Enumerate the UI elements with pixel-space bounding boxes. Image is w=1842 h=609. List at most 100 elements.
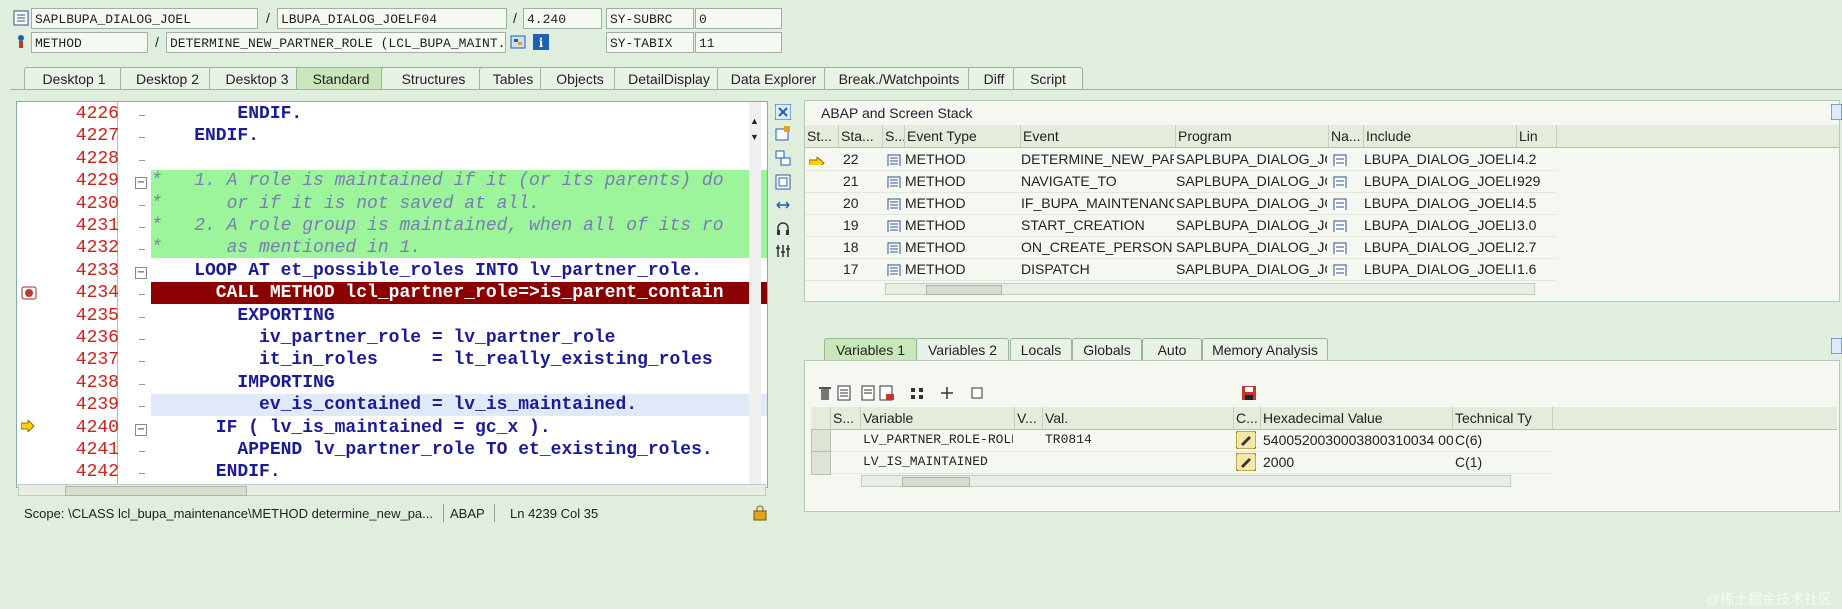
code-line[interactable]: APPEND lv_partner_role TO et_existing_ro… (151, 440, 712, 460)
code-line[interactable]: EXPORTING (151, 306, 334, 326)
col-change[interactable]: C... (1234, 407, 1261, 429)
structure-icon[interactable] (909, 385, 925, 401)
editor-horizontal-scrollbar[interactable] (18, 484, 766, 496)
col-s[interactable]: S... (883, 125, 905, 147)
new-window-icon[interactable] (775, 126, 791, 142)
status-lock-icon[interactable] (752, 505, 768, 521)
code-line[interactable]: iv_partner_role = lv_partner_role (151, 328, 615, 348)
navigate-source-icon[interactable] (1333, 174, 1347, 188)
var-value-subrc[interactable]: 0 (695, 8, 782, 29)
navigate-source-icon[interactable] (1333, 152, 1347, 166)
col-variable[interactable]: Variable (861, 407, 1015, 429)
col-program[interactable]: Program (1176, 125, 1329, 147)
line-field[interactable]: 4.240 (523, 8, 602, 29)
code-line[interactable]: CALL METHOD lcl_partner_role=>is_parent_… (151, 283, 724, 303)
tab-break-watchpoints[interactable]: Break./Watchpoints (824, 67, 974, 89)
tab-standard[interactable]: Standard (296, 67, 386, 89)
table-row[interactable]: 17 METHOD DISPATCH SAPLBUPA_DIALOG_JOEL LBUP… (805, 258, 1557, 281)
collapse-toggle-icon[interactable]: − (135, 177, 147, 190)
table-row[interactable]: LV_PARTNER_ROLE-ROLE TR0814 54005200300038… (811, 429, 1553, 453)
navigate-icon[interactable] (939, 385, 955, 401)
export-icon[interactable] (879, 385, 895, 401)
panel-close-icon[interactable] (1830, 103, 1842, 121)
navigate-source-icon[interactable] (1333, 218, 1347, 232)
col-stack-level[interactable]: Sta... (839, 125, 883, 147)
tab-script[interactable]: Script (1013, 67, 1083, 89)
code-line[interactable]: LOOP AT et_possible_roles INTO lv_partne… (151, 261, 702, 281)
row-selector[interactable] (811, 451, 831, 475)
col-status[interactable]: St... (805, 125, 839, 147)
edit-pencil-icon[interactable] (1236, 431, 1256, 449)
include-field[interactable]: LBUPA_DIALOG_JOELF04 (277, 8, 507, 29)
col-technical-type[interactable]: Technical Ty (1453, 407, 1553, 429)
tab-data-explorer[interactable]: Data Explorer (717, 67, 830, 89)
table-row[interactable]: LV_IS_MAINTAINED 2000 C(1) (811, 451, 1553, 475)
insert-row-icon[interactable] (837, 385, 853, 401)
code-line[interactable]: ENDIF. (151, 104, 302, 124)
split-view-icon[interactable] (775, 150, 791, 166)
swap-icon[interactable] (775, 197, 791, 213)
scroll-thumb[interactable] (926, 285, 1002, 295)
col-include[interactable]: Include (1364, 125, 1517, 147)
type-field[interactable]: METHOD (31, 32, 148, 53)
collapse-toggle-icon[interactable]: − (135, 423, 147, 436)
display-object-icon[interactable] (510, 34, 526, 50)
scroll-up-icon[interactable]: ▲ (750, 116, 759, 126)
table-row[interactable]: 20 METHOD IF_BUPA_MAINTENANCE...SAPLBUPA_D… (805, 192, 1557, 215)
navigate-source-icon[interactable] (1333, 196, 1347, 210)
tab-locals[interactable]: Locals (1010, 338, 1072, 360)
tab-detaildisplay[interactable]: DetailDisplay (614, 67, 724, 89)
tab-desktop-3[interactable]: Desktop 3 (209, 67, 305, 89)
edit-pencil-icon[interactable] (1236, 453, 1256, 471)
tab-tables[interactable]: Tables (479, 67, 547, 89)
tab-variables-1[interactable]: Variables 1 (824, 338, 917, 360)
collapse-toggle-icon[interactable]: − (135, 266, 147, 279)
code-line[interactable]: * 2. A role group is maintained, when al… (151, 216, 724, 236)
tab-variables-2[interactable]: Variables 2 (916, 338, 1009, 360)
col-status[interactable]: S... (831, 407, 861, 429)
scroll-thumb[interactable] (902, 477, 970, 487)
code-line[interactable]: ev_is_contained = lv_is_maintained. (151, 395, 637, 415)
navigate-source-icon[interactable] (1333, 262, 1347, 276)
scroll-down-icon[interactable]: ▼ (750, 132, 759, 142)
table-row[interactable]: 22 METHOD DETERMINE_NEW_PART...SAPLBUPA_DI… (805, 148, 1557, 171)
col-event[interactable]: Event (1021, 125, 1176, 147)
code-line[interactable]: ENDIF. (151, 126, 259, 146)
tools-icon[interactable] (775, 243, 791, 259)
table-row[interactable]: 18 METHOD ON_CREATE_PERSON SAPLBUPA_DIALOG_… (805, 236, 1557, 259)
editor-vertical-scrollbar[interactable]: ▲ ▼ (749, 102, 761, 487)
tab-desktop-2[interactable]: Desktop 2 (120, 67, 215, 89)
variable-value-cell[interactable]: TR0814 (1045, 429, 1231, 451)
flag-icon[interactable] (969, 385, 985, 401)
col-value[interactable]: Val. (1043, 407, 1234, 429)
close-icon[interactable] (774, 103, 792, 121)
tab-globals[interactable]: Globals (1072, 338, 1142, 360)
delete-icon[interactable] (817, 385, 833, 401)
maximize-icon[interactable] (775, 174, 791, 190)
tab-auto[interactable]: Auto (1142, 338, 1202, 360)
source-code-editor[interactable]: 4226 ENDIF. 4227 ENDIF. 4228 4229 * 1. A rol… (16, 101, 768, 488)
table-row[interactable]: 21 METHOD NAVIGATE_TO SAPLBUPA_DIALOG_JOEL L… (805, 170, 1557, 193)
breakpoint-icon[interactable] (21, 285, 37, 300)
tab-memory-analysis[interactable]: Memory Analysis (1202, 338, 1328, 360)
save-icon[interactable] (1241, 385, 1257, 401)
table-row[interactable]: 19 METHOD START_CREATION SAPLBUPA_DIALOG_JO… (805, 214, 1557, 237)
info-icon[interactable]: i (533, 34, 549, 50)
code-line[interactable]: * or if it is not saved at all. (151, 194, 540, 214)
method-name-field[interactable]: DETERMINE_NEW_PARTNER_ROLE (LCL_BUPA_MAI… (166, 32, 506, 53)
code-line[interactable]: * 1. A role is maintained if it (or its … (151, 171, 724, 191)
col-hex[interactable]: Hexadecimal Value (1261, 407, 1453, 429)
code-line[interactable]: it_in_roles = lt_really_existing_roles (151, 350, 713, 370)
code-line[interactable]: * as mentioned in 1. (151, 238, 421, 258)
program-field[interactable]: SAPLBUPA_DIALOG_JOEL (31, 8, 258, 29)
stack-horizontal-scrollbar[interactable] (885, 283, 1535, 295)
col-event-type[interactable]: Event Type (905, 125, 1021, 147)
col-navigate[interactable]: Na... (1329, 125, 1364, 147)
code-line[interactable]: IMPORTING (151, 373, 334, 393)
panel-close-icon[interactable] (1830, 337, 1842, 355)
tab-objects[interactable]: Objects (540, 67, 620, 89)
import-icon[interactable] (861, 385, 877, 401)
tab-structures[interactable]: Structures (381, 67, 486, 89)
scroll-thumb[interactable] (65, 486, 247, 496)
tab-desktop-1[interactable]: Desktop 1 (24, 67, 124, 89)
